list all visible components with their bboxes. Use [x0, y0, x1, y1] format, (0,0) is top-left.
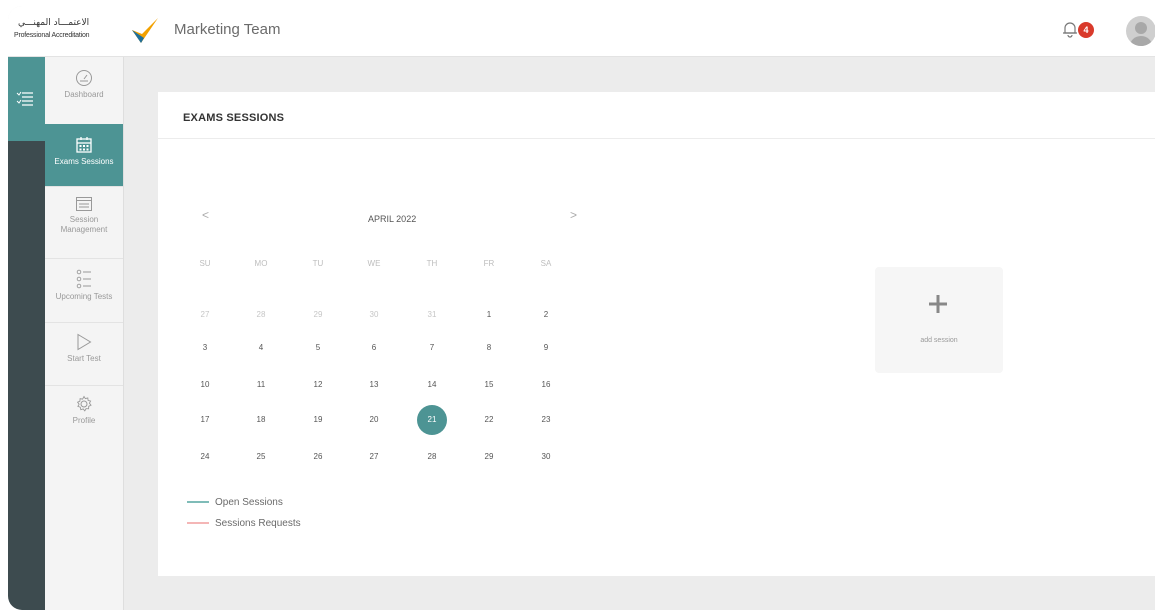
calendar-day[interactable]: 27 [359, 442, 389, 472]
calendar-month-label: APRIL 2022 [368, 214, 417, 224]
logo[interactable]: الاعتمـــاد المهنـــي Professional Accre… [14, 16, 164, 48]
page-title: EXAMS SESSIONS [183, 112, 285, 124]
speedometer-icon [76, 70, 92, 86]
calendar-day[interactable]: 7 [417, 333, 447, 363]
user-silhouette-icon [1130, 22, 1152, 46]
sidebar-item-label: Session Management [60, 215, 108, 234]
calendar-day[interactable]: 22 [474, 405, 504, 435]
calendar-day[interactable]: 31 [417, 300, 447, 330]
weekday-label: SU [199, 259, 211, 268]
calendar-day[interactable]: 29 [303, 300, 333, 330]
list-icon [76, 269, 91, 289]
calendar-day[interactable]: 11 [246, 370, 276, 400]
calendar-day[interactable]: 2 [531, 300, 561, 330]
calendar-day[interactable]: 5 [303, 333, 333, 363]
sidebar-item-session-management[interactable]: Session Management [45, 186, 123, 259]
rail-top-block [8, 57, 45, 141]
calendar-day[interactable]: 28 [246, 300, 276, 330]
calendar-day[interactable]: 13 [359, 370, 389, 400]
next-month-button[interactable]: > [570, 208, 577, 222]
legend-open-sessions: Open Sessions [187, 497, 283, 508]
weekday-label: TH [426, 259, 438, 268]
weekday-label: MO [254, 259, 268, 268]
calendar-day[interactable]: 3 [190, 333, 220, 363]
calendar-day[interactable]: 12 [303, 370, 333, 400]
weekday-label: TU [312, 259, 324, 268]
weekday-label: FR [483, 259, 495, 268]
sidebar-item-label: Upcoming Tests [55, 292, 113, 301]
weekday-label: SA [540, 259, 552, 268]
plus-icon [929, 295, 947, 313]
checkmark-logo-icon [132, 18, 158, 43]
prev-month-button[interactable]: < [202, 208, 209, 222]
legend-swatch-open [187, 501, 209, 504]
sidebar-item-label: Profile [72, 416, 96, 425]
weekday-label: WE [367, 259, 381, 268]
menu-toggle-icon[interactable] [16, 91, 34, 107]
legend-label: Sessions Requests [215, 518, 301, 529]
gear-icon [76, 395, 92, 412]
team-title: Marketing Team [174, 21, 281, 38]
sidebar-item-dashboard[interactable]: Dashboard [45, 57, 123, 125]
exams-sessions-card: EXAMS SESSIONS < APRIL 2022 > SU MO TU WE TH… [158, 92, 1155, 576]
sidebar-item-start-test[interactable]: Start Test [45, 322, 123, 386]
calendar-day[interactable]: 25 [246, 442, 276, 472]
calendar-icon [76, 137, 92, 153]
calendar-day[interactable]: 30 [531, 442, 561, 472]
calendar-day[interactable]: 8 [474, 333, 504, 363]
calendar-day[interactable]: 30 [359, 300, 389, 330]
calendar-day[interactable]: 19 [303, 405, 333, 435]
logo-arabic-text: الاعتمـــاد المهنـــي [18, 18, 90, 28]
calendar-day[interactable]: 6 [359, 333, 389, 363]
sidebar-item-label: Exams Sessions [54, 157, 114, 166]
calendar-day[interactable]: 16 [531, 370, 561, 400]
calendar-day[interactable]: 18 [246, 405, 276, 435]
sidebar-item-upcoming-tests[interactable]: Upcoming Tests [45, 258, 123, 323]
calendar-day[interactable]: 24 [190, 442, 220, 472]
calendar-day[interactable]: 4 [246, 333, 276, 363]
calendar-day[interactable]: 1 [474, 300, 504, 330]
calendar-day[interactable]: 26 [303, 442, 333, 472]
add-session-button[interactable]: add session [875, 267, 1003, 373]
calendar-day[interactable]: 23 [531, 405, 561, 435]
calendar-day-selected[interactable]: 21 [417, 405, 447, 435]
calendar-day[interactable]: 14 [417, 370, 447, 400]
sidebar-rail [8, 57, 45, 610]
calendar-day[interactable]: 20 [359, 405, 389, 435]
add-session-label: add session [920, 337, 958, 344]
calendar-day[interactable]: 27 [190, 300, 220, 330]
sidebar: Dashboard Exams Sessions Session Managem… [45, 57, 124, 610]
app-window: الاعتمـــاد المهنـــي Professional Accre… [8, 6, 1155, 610]
legend-sessions-requests: Sessions Requests [187, 518, 301, 529]
notification-badge: 4 [1078, 22, 1094, 38]
calendar-day[interactable]: 15 [474, 370, 504, 400]
logo-english-text: Professional Accreditation [14, 32, 90, 39]
sidebar-item-label: Start Test [67, 354, 101, 363]
play-icon [77, 333, 92, 351]
bell-icon[interactable] [1062, 20, 1078, 38]
card-divider [158, 138, 1155, 139]
avatar[interactable] [1126, 16, 1155, 46]
legend-label: Open Sessions [215, 497, 283, 508]
sidebar-item-exams-sessions[interactable]: Exams Sessions [45, 124, 123, 187]
top-bar: الاعتمـــاد المهنـــي Professional Accre… [8, 6, 1155, 57]
sidebar-item-profile[interactable]: Profile [45, 385, 123, 443]
window-icon [76, 197, 92, 211]
calendar-day[interactable]: 28 [417, 442, 447, 472]
calendar-day[interactable]: 10 [190, 370, 220, 400]
calendar-day[interactable]: 29 [474, 442, 504, 472]
legend-swatch-requests [187, 522, 209, 525]
calendar-day[interactable]: 9 [531, 333, 561, 363]
sidebar-item-label: Dashboard [64, 90, 104, 99]
calendar-day[interactable]: 17 [190, 405, 220, 435]
